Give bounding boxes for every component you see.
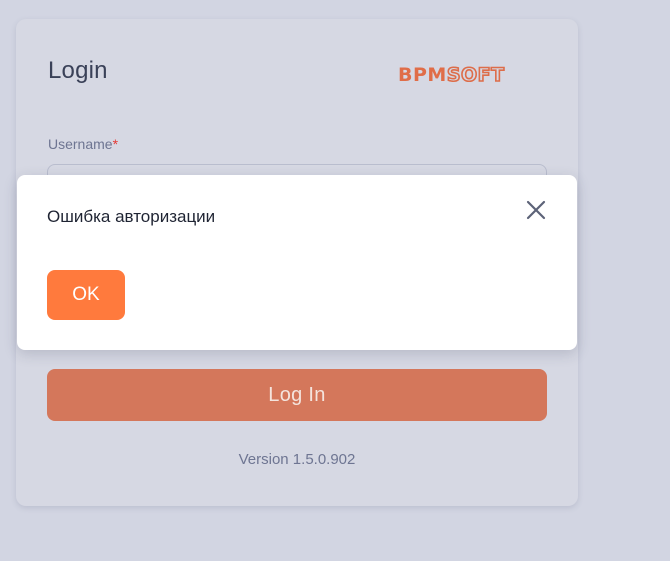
brand-logo: BPMSOFT [398, 64, 505, 86]
username-label: Username* [48, 136, 118, 152]
page-title: Login [48, 57, 108, 84]
brand-logo-part-b: SOFT [446, 64, 505, 86]
login-button[interactable]: Log In [47, 369, 547, 421]
dialog-message: Ошибка авторизации [47, 207, 216, 226]
close-icon[interactable] [523, 197, 549, 223]
required-mark: * [112, 136, 119, 152]
version-text: Version 1.5.0.902 [238, 451, 356, 468]
page: Login BPMSOFT Username* Log In Version 1… [0, 0, 670, 561]
error-dialog: Ошибка авторизации OK [17, 175, 577, 350]
ok-button[interactable]: OK [47, 270, 125, 320]
username-label-text: Username [48, 136, 113, 152]
brand-logo-part-a: BPM [398, 64, 447, 86]
